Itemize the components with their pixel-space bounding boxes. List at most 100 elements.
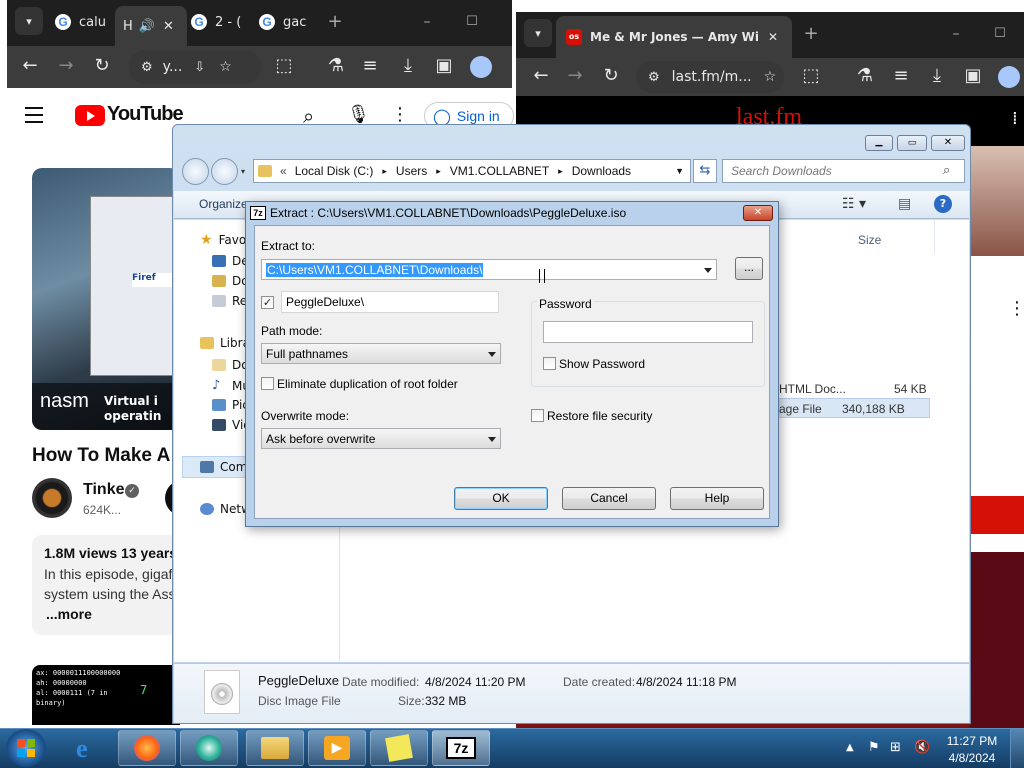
tree-documents[interactable]: Do <box>212 358 249 372</box>
address-dropdown-icon[interactable]: ▼ <box>675 166 684 176</box>
tree-pictures[interactable]: Pic <box>212 398 249 412</box>
refresh-icon[interactable]: ⇆ <box>693 159 717 183</box>
start-button[interactable] <box>6 729 46 767</box>
overwrite-mode-select[interactable]: Ask before overwrite <box>261 428 501 449</box>
forward-icon[interactable]: → <box>55 56 77 76</box>
close-button[interactable]: ✕ <box>931 135 965 151</box>
show-desktop-button[interactable] <box>1010 729 1024 768</box>
taskbar-chrome[interactable] <box>180 730 238 766</box>
tab-lastfm[interactable]: os Me & Mr Jones — Amy Winehouse ✕ <box>556 16 792 58</box>
maximize-button[interactable]: ▭ <box>897 135 927 151</box>
menu-icon[interactable]: ⁞ <box>1012 108 1022 129</box>
new-tab-button[interactable]: + <box>325 12 345 32</box>
reload-icon[interactable]: ↻ <box>600 66 622 86</box>
taskbar-7zip[interactable]: 7z <box>432 730 490 766</box>
sidepanel-icon[interactable]: ▣ <box>433 56 455 76</box>
restore-security-label[interactable]: Restore file security <box>547 409 652 423</box>
show-password-checkbox[interactable] <box>543 357 556 370</box>
chevron-down-icon[interactable] <box>488 352 496 357</box>
site-info-icon[interactable]: ⚙ <box>141 60 153 75</box>
download-icon[interactable]: ⤓ <box>397 56 419 76</box>
site-info-icon[interactable]: ⚙ <box>648 70 660 85</box>
profile-avatar[interactable] <box>470 56 492 78</box>
bookmark-star-icon[interactable]: ☆ <box>219 59 232 75</box>
close-tab-icon[interactable]: ✕ <box>768 30 778 44</box>
next-video-thumbnail[interactable]: ax: 0000011100000000 ah: 00000000 al: 00… <box>32 665 180 725</box>
recent-pages-icon[interactable]: ▾ <box>241 167 245 176</box>
taskbar-media-player[interactable]: ▶ <box>308 730 366 766</box>
tree-desktop[interactable]: De <box>212 254 249 268</box>
close-tab-icon[interactable]: ✕ <box>163 19 174 34</box>
tree-recent[interactable]: Re <box>212 294 247 308</box>
tab-2[interactable]: G2 - ( <box>191 8 251 36</box>
search-icon[interactable]: ⌕ <box>943 163 950 178</box>
clock-time[interactable]: 11:27 PM <box>944 734 1000 748</box>
taskbar-explorer[interactable] <box>246 730 304 766</box>
address-bar-right[interactable]: ⚙ last.fm/m... ☆ <box>636 61 784 93</box>
taskbar-firefox[interactable] <box>118 730 176 766</box>
bookmark-star-icon[interactable]: ☆ <box>764 69 777 85</box>
youtube-logo-icon[interactable] <box>75 105 105 126</box>
search-downloads-input[interactable]: Search Downloads <box>722 159 965 183</box>
tab-search-button[interactable]: ▾ <box>15 7 43 35</box>
path-mode-select[interactable]: Full pathnames <box>261 343 501 364</box>
password-input[interactable] <box>543 321 753 343</box>
extensions-icon[interactable]: ⬚ <box>273 56 295 76</box>
maximize-button[interactable]: ☐ <box>462 12 482 32</box>
crumb-vm1[interactable]: VM1.COLLABNET <box>450 164 549 178</box>
chevron-down-icon[interactable] <box>488 437 496 442</box>
tree-network[interactable]: Netw <box>200 502 251 516</box>
more-vert-icon[interactable]: ⋮ <box>391 104 409 125</box>
new-tab-button[interactable]: + <box>801 24 821 44</box>
labs-flask-icon[interactable]: ⚗ <box>854 66 876 86</box>
profile-avatar[interactable] <box>998 66 1020 88</box>
tree-libraries[interactable]: Libra <box>200 336 250 350</box>
back-button[interactable] <box>182 158 209 185</box>
view-options-icon[interactable]: ☷ ▾ <box>842 196 866 212</box>
video-thumbnail[interactable]: Firef nasm Virtual i operatin <box>32 168 180 430</box>
labs-flask-icon[interactable]: ⚗ <box>325 56 347 76</box>
address-bar[interactable]: ⚙ y... ⇩ ☆ <box>129 50 261 84</box>
help-icon[interactable]: ? <box>934 195 952 213</box>
column-header-size[interactable]: Size <box>858 233 881 247</box>
cancel-button[interactable]: Cancel <box>562 487 656 510</box>
channel-name[interactable]: Tinke <box>83 481 125 499</box>
microphone-icon[interactable]: 🎙 <box>347 104 370 125</box>
more-link[interactable]: ...more <box>46 606 92 622</box>
address-breadcrumb[interactable]: « Local Disk (C:) ▸ Users ▸ VM1.COLLABNE… <box>253 159 691 183</box>
reload-icon[interactable]: ↻ <box>91 56 113 76</box>
eliminate-dup-checkbox[interactable] <box>261 377 274 390</box>
network-icon[interactable]: ⊞ <box>890 740 901 755</box>
channel-avatar[interactable] <box>32 478 72 518</box>
maximize-button[interactable]: ☐ <box>990 24 1010 44</box>
back-icon[interactable]: ← <box>530 66 552 86</box>
ok-button[interactable]: OK <box>454 487 548 510</box>
tab-search-button-right[interactable]: ▾ <box>524 19 552 47</box>
crumb-users[interactable]: Users <box>396 164 427 178</box>
dialog-close-button[interactable]: ✕ <box>743 205 773 221</box>
minimize-button[interactable]: – <box>417 12 437 32</box>
clock-date[interactable]: 4/8/2024 <box>944 751 1000 765</box>
more-vert-icon[interactable]: ⋮ <box>1008 298 1024 319</box>
taskbar-sticky-notes[interactable] <box>370 730 428 766</box>
hamburger-menu-icon[interactable] <box>25 107 43 123</box>
preview-pane-icon[interactable]: ▤ <box>898 196 911 212</box>
media-queue-icon[interactable]: ≡ <box>890 66 912 86</box>
tab-gac[interactable]: Ggac <box>259 8 319 36</box>
tree-downloads[interactable]: Do <box>212 274 249 288</box>
internet-explorer-icon[interactable]: e <box>76 734 88 764</box>
forward-icon[interactable]: → <box>564 66 586 86</box>
back-icon[interactable]: ← <box>19 56 41 76</box>
extensions-icon[interactable]: ⬚ <box>800 66 822 86</box>
subfolder-checkbox[interactable]: ✓ <box>261 296 274 309</box>
minimize-button[interactable]: – <box>946 24 966 44</box>
youtube-logo-text[interactable]: YouTube <box>107 103 184 126</box>
restore-security-checkbox[interactable] <box>531 409 544 422</box>
forward-button[interactable] <box>211 158 238 185</box>
show-password-label[interactable]: Show Password <box>559 357 645 371</box>
extract-to-combo[interactable]: C:\Users\VM1.COLLABNET\Downloads\ <box>261 259 717 280</box>
subfolder-input[interactable]: PeggleDeluxe\ <box>281 291 499 313</box>
install-icon[interactable]: ⇩ <box>194 60 205 75</box>
video-title[interactable]: How To Make A <box>32 445 170 467</box>
eliminate-dup-label[interactable]: Eliminate duplication of root folder <box>277 377 458 391</box>
